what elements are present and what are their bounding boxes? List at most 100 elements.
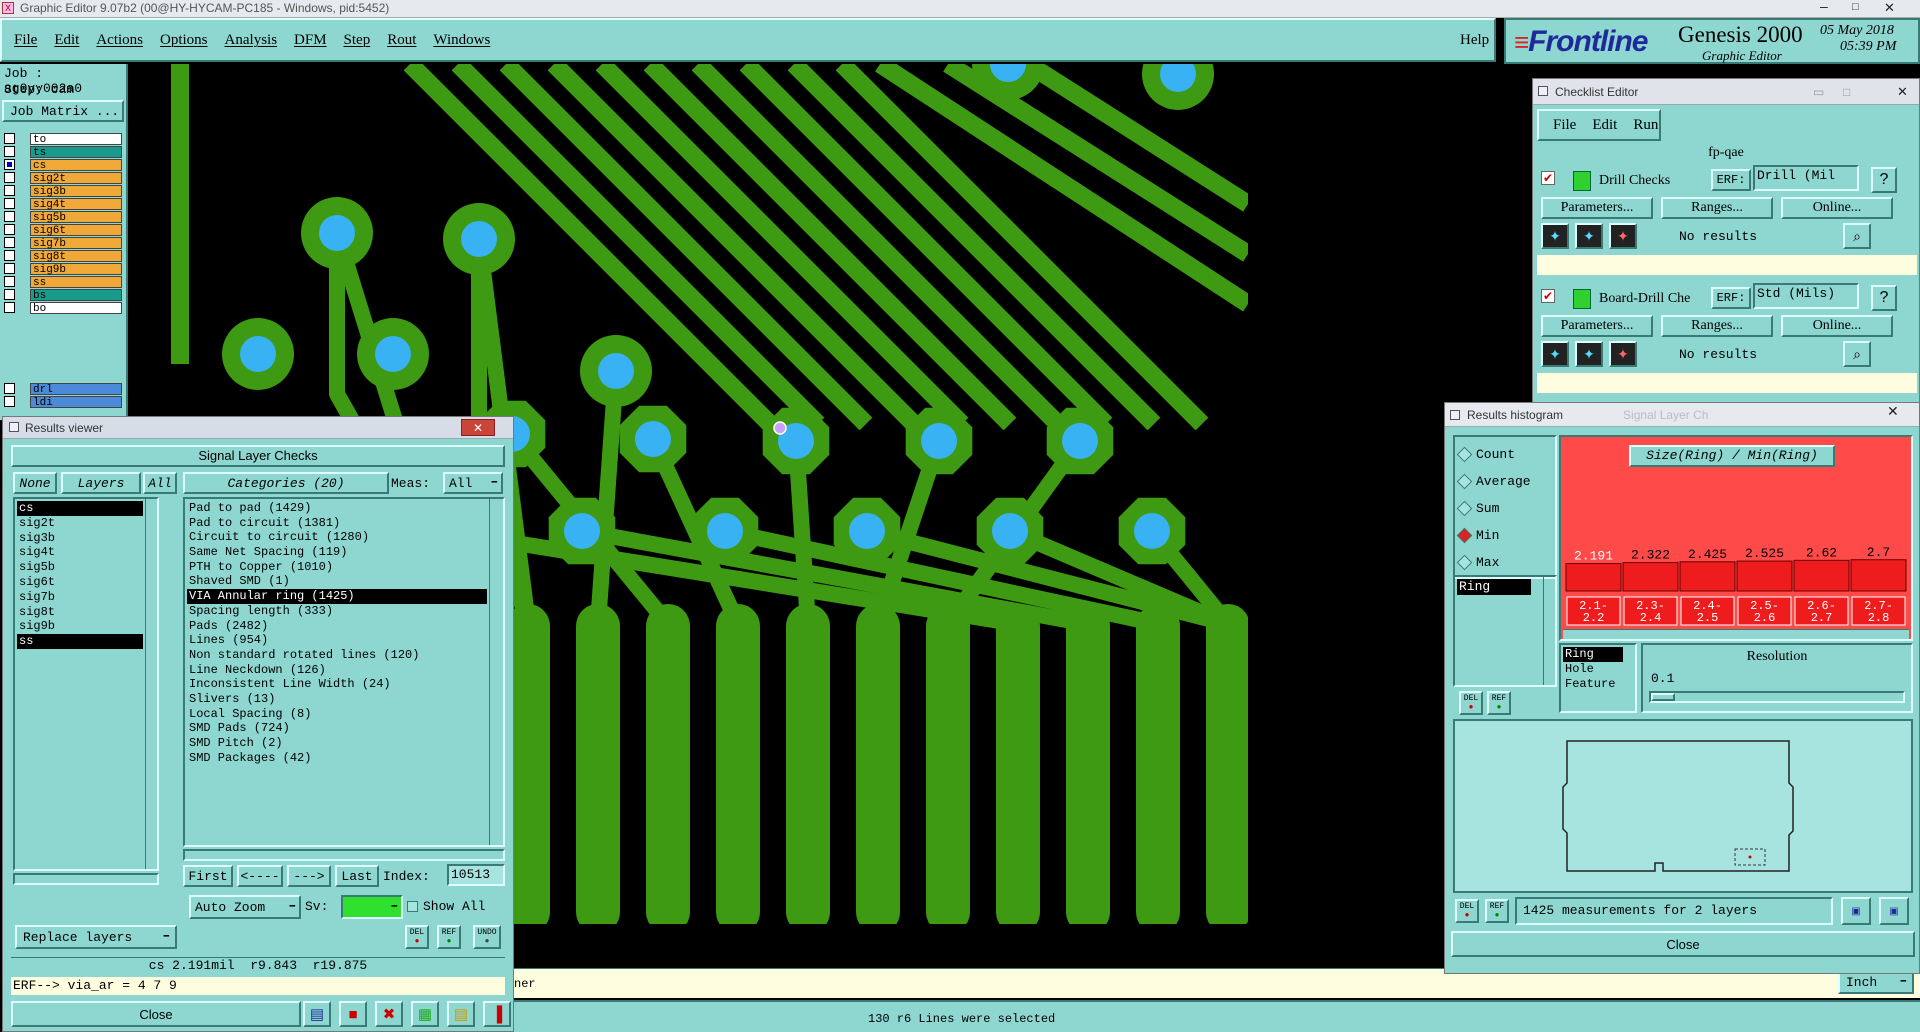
layer-checkbox[interactable] — [4, 159, 15, 170]
layer-row[interactable]: drl — [4, 382, 122, 396]
type-item[interactable]: Feature — [1563, 677, 1623, 692]
layer-name[interactable]: ts — [30, 145, 122, 159]
layer-name[interactable]: sig4t — [30, 197, 122, 211]
zoom-icon[interactable]: ⌕ — [1843, 341, 1871, 367]
list-item[interactable]: sig2t — [17, 516, 143, 531]
layer-name[interactable]: sig9b — [30, 262, 122, 276]
histogram-bar[interactable] — [1736, 560, 1793, 592]
list-item[interactable]: sig8t — [17, 605, 143, 620]
layer-checkbox[interactable] — [4, 263, 15, 274]
layer-row[interactable]: sig2t — [4, 171, 122, 185]
layer-hscroll[interactable] — [13, 873, 159, 885]
mode-option-max[interactable]: Max — [1456, 553, 1499, 571]
category-item[interactable]: SMD Packages (42) — [187, 751, 487, 766]
category-item[interactable]: VIA Annular ring (1425) — [187, 589, 487, 604]
category-item[interactable]: Pads (2482) — [187, 619, 487, 634]
layer-name[interactable]: ldi — [30, 395, 122, 409]
layer-checkbox[interactable] — [4, 133, 15, 144]
prev-button[interactable]: <---- — [237, 865, 283, 887]
layer-name[interactable]: to — [30, 132, 122, 146]
category-item[interactable]: Local Spacing (8) — [187, 707, 487, 722]
layer-name[interactable]: sig6t — [30, 223, 122, 237]
via-hole[interactable] — [992, 513, 1028, 549]
layer-name[interactable]: sig5b — [30, 210, 122, 224]
layer-row[interactable]: sig7b — [4, 236, 122, 250]
undo-button[interactable]: UNDO ● — [473, 925, 501, 949]
category-item[interactable]: Slivers (13) — [187, 692, 487, 707]
cross-icon[interactable]: ✖ — [375, 1001, 403, 1027]
menu-rout[interactable]: Rout — [387, 32, 416, 49]
mode-option-min[interactable]: Min — [1456, 526, 1499, 544]
help-button[interactable]: ? — [1871, 167, 1897, 193]
list-scrollbar[interactable] — [1543, 577, 1555, 685]
layer-row[interactable]: sig9b — [4, 262, 122, 276]
del-button[interactable]: DEL ● — [1459, 691, 1483, 715]
highlight-icon[interactable]: ■ — [339, 1001, 367, 1027]
layer-name[interactable]: bs — [30, 288, 122, 302]
layer-listbox[interactable]: cs sig2t sig3b sig4t sig5b sig6t sig7b sig8t sig… — [13, 497, 159, 871]
next-button[interactable]: ---> — [287, 865, 331, 887]
del-button[interactable]: DEL ● — [405, 925, 429, 949]
list-item[interactable]: sig6t — [17, 575, 143, 590]
category-listbox[interactable]: Pad to pad (1429) Pad to circuit (1381) Ci… — [183, 497, 505, 847]
menu-dfm[interactable]: DFM — [294, 32, 327, 49]
checklist-menu-edit[interactable]: Edit — [1592, 117, 1617, 134]
checklist-menu-run[interactable]: Run — [1633, 117, 1658, 134]
histogram-close-button[interactable]: Close — [1451, 931, 1915, 957]
minimize-icon[interactable]: – — [1820, 0, 1828, 14]
run-icon[interactable]: ✦ — [1541, 341, 1569, 367]
check-label[interactable]: Board-Drill Che — [1599, 291, 1719, 307]
results-close-button[interactable]: Close — [11, 1001, 301, 1027]
layer-row[interactable]: sig8t — [4, 249, 122, 263]
zoom-tool-icon[interactable]: ▤ — [303, 1001, 331, 1027]
report-icon[interactable]: ▤ — [447, 1001, 475, 1027]
meas-dropdown[interactable]: All ━ — [443, 472, 503, 494]
histogram-bar[interactable] — [1679, 561, 1736, 592]
run-icon[interactable]: ✦ — [1609, 223, 1637, 249]
parameters-button[interactable]: Parameters... — [1541, 315, 1653, 337]
category-item[interactable]: SMD Pitch (2) — [187, 736, 487, 751]
category-scrollbar[interactable] — [489, 499, 503, 845]
layer-row[interactable]: sig3b — [4, 184, 122, 198]
category-item[interactable]: Non standard rotated lines (120) — [187, 648, 487, 663]
results-close-icon[interactable]: ✕ — [461, 419, 495, 436]
close-icon[interactable]: ✕ — [1897, 84, 1908, 100]
menu-help[interactable]: Help — [1460, 32, 1489, 49]
list-item[interactable]: sig4t — [17, 545, 143, 560]
layer-name[interactable]: drl — [30, 382, 122, 396]
layer-name[interactable]: sig2t — [30, 171, 122, 185]
chart-hscroll[interactable] — [1563, 629, 1909, 639]
select-icon[interactable]: ▦ — [411, 1001, 439, 1027]
histogram-bar[interactable] — [1565, 563, 1622, 592]
last-button[interactable]: Last — [335, 865, 379, 887]
maximize-icon[interactable]: □ — [1843, 85, 1850, 99]
list-item[interactable]: ss — [17, 634, 143, 649]
ranges-button[interactable]: Ranges... — [1661, 315, 1773, 337]
help-button[interactable]: ? — [1871, 285, 1897, 311]
via-hole[interactable] — [461, 221, 497, 257]
close-icon[interactable]: ✕ — [1887, 403, 1899, 420]
list-item[interactable]: Ring — [1457, 579, 1531, 595]
menu-edit[interactable]: Edit — [54, 32, 79, 49]
mode-option-sum[interactable]: Sum — [1456, 499, 1499, 517]
zoom-icon[interactable]: ⌕ — [1843, 223, 1871, 249]
via-hole[interactable] — [598, 353, 634, 389]
layer-checkbox[interactable] — [4, 276, 15, 287]
run-icon[interactable]: ✦ — [1575, 341, 1603, 367]
index-input[interactable]: 10513 — [447, 864, 505, 886]
layer-row[interactable]: sig5b — [4, 210, 122, 224]
close-icon[interactable]: ✕ — [1884, 0, 1895, 16]
histogram-bar[interactable] — [1793, 559, 1850, 592]
via-hole[interactable] — [319, 215, 355, 251]
category-item[interactable]: Pad to pad (1429) — [187, 501, 487, 516]
results-viewer-titlebar[interactable]: Results viewer — [3, 417, 513, 439]
mode-option-average[interactable]: Average — [1456, 472, 1531, 490]
layer-name[interactable]: cs — [30, 158, 122, 172]
category-item[interactable]: Shaved SMD (1) — [187, 574, 487, 589]
via-hole[interactable] — [635, 421, 671, 457]
mode-option-count[interactable]: Count — [1456, 445, 1515, 463]
histogram-bar[interactable] — [1622, 562, 1679, 592]
erf-field[interactable]: Drill (Mil — [1753, 165, 1859, 191]
menu-actions[interactable]: Actions — [96, 32, 143, 49]
category-hscroll[interactable] — [183, 849, 505, 861]
